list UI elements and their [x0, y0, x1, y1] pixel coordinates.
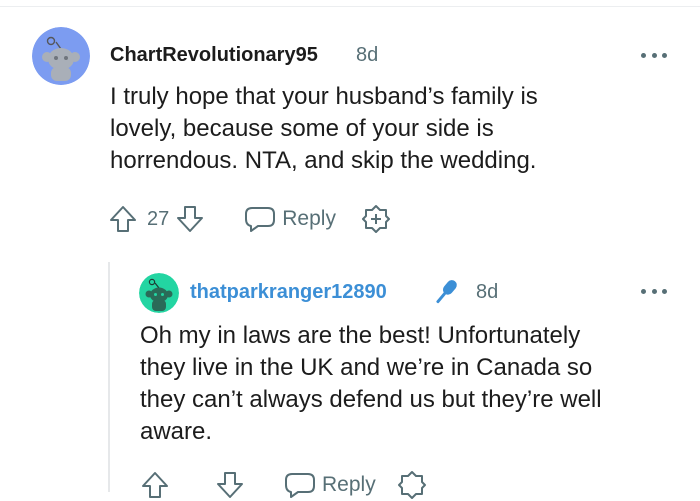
comment-username[interactable]: ChartRevolutionary95 [110, 42, 318, 68]
comment-body-line: lovely, because some of your side is [110, 115, 494, 142]
downvote-icon[interactable] [215, 470, 245, 500]
comment-body: Oh my in laws are the best! Unfortunatel… [140, 320, 602, 448]
avatar[interactable] [139, 273, 179, 313]
downvote-icon[interactable] [175, 204, 205, 234]
comment-body-line: I truly hope that your husband’s family … [110, 83, 538, 110]
comment-actions: Reply [140, 470, 428, 500]
thread-line[interactable] [108, 262, 110, 492]
award-icon[interactable] [396, 469, 428, 501]
comment-body: I truly hope that your husband’s family … [110, 81, 538, 177]
top-divider [0, 6, 700, 7]
more-options-icon[interactable] [641, 285, 667, 297]
reply-label: Reply [282, 207, 336, 230]
comment-bubble-icon [245, 207, 276, 232]
comment-timestamp: 8d [356, 44, 379, 66]
reddit-snoo-avatar-icon [32, 27, 90, 85]
vote-count: 27 [147, 207, 170, 230]
comment-body-line: Oh my in laws are the best! Unfortunatel… [140, 322, 581, 349]
reply-button[interactable]: Reply [283, 470, 376, 500]
award-icon[interactable] [360, 203, 392, 235]
upvote-icon[interactable] [108, 204, 138, 234]
comment-body-line: aware. [140, 418, 213, 445]
comment-bubble-icon [285, 473, 315, 498]
comment-body-line: they live in the UK and we’re in Canada … [140, 354, 593, 381]
more-options-icon[interactable] [641, 49, 667, 61]
comment-body-line: horrendous. NTA, and skip the wedding. [110, 147, 537, 174]
reply-button[interactable]: Reply [243, 204, 336, 234]
comment-body-line: they can’t always defend us but they’re … [140, 386, 602, 413]
upvote-icon[interactable] [140, 470, 170, 500]
comment-timestamp: 8d [476, 281, 499, 303]
reddit-snoo-avatar-icon [139, 273, 179, 313]
reply-label: Reply [322, 473, 376, 496]
microphone-icon [436, 280, 457, 304]
comment-username[interactable]: thatparkranger12890 [190, 279, 387, 305]
comment-actions: 27 Reply [108, 204, 392, 234]
avatar[interactable] [32, 27, 90, 85]
